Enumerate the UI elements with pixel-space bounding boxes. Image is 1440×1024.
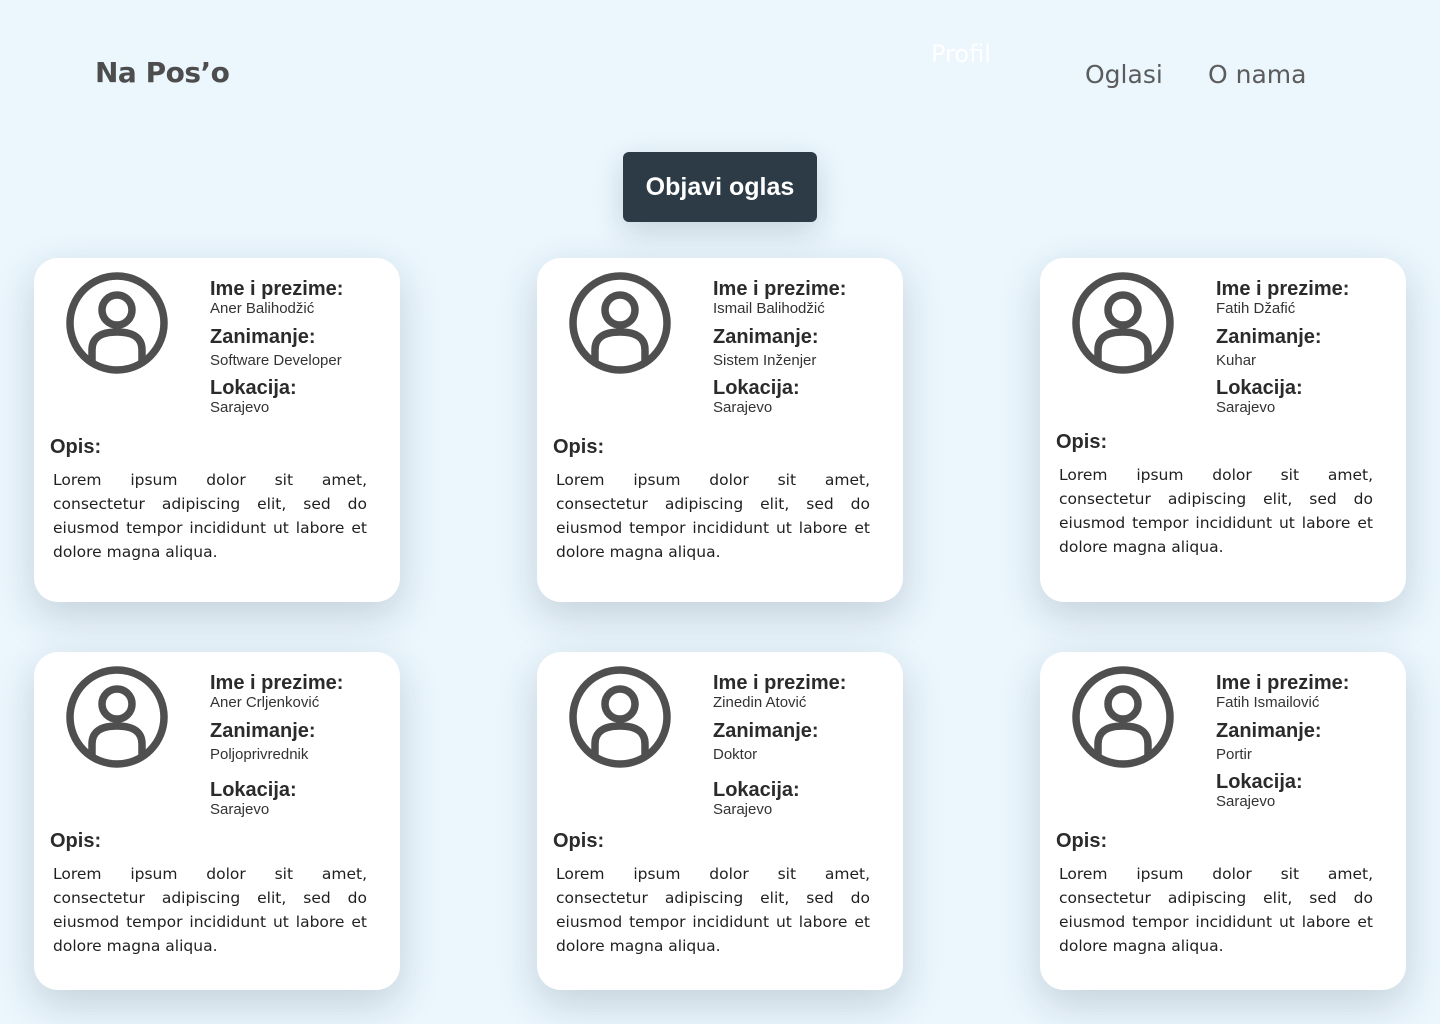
description-label: Opis: bbox=[1056, 431, 1108, 453]
description-label: Opis: bbox=[50, 436, 102, 458]
nav-profil[interactable]: Profil bbox=[931, 40, 991, 68]
brand-logo[interactable]: Na Pos’o bbox=[95, 56, 230, 89]
user-circle-icon bbox=[1072, 272, 1174, 374]
location-label: Lokacija: bbox=[210, 377, 297, 399]
description-label: Opis: bbox=[553, 830, 605, 852]
occupation-value: Software Developer bbox=[210, 352, 342, 369]
profile-card[interactable]: Ime i prezime: Fatih Džafić Zanimanje: K… bbox=[1040, 258, 1406, 602]
profile-card[interactable]: Ime i prezime: Ismail Balihodžić Zaniman… bbox=[537, 258, 903, 602]
name-value: Fatih Džafić bbox=[1216, 300, 1296, 317]
post-ad-button[interactable]: Objavi oglas bbox=[623, 152, 817, 222]
post-ad-button-label: Objavi oglas bbox=[645, 172, 795, 201]
description-text: Lorem ipsum dolor sit amet, consectetur … bbox=[556, 865, 870, 955]
occupation-value: Kuhar bbox=[1216, 352, 1257, 369]
description-label: Opis: bbox=[553, 436, 605, 458]
name-label: Ime i prezime: bbox=[1216, 278, 1350, 300]
nav-oglasi[interactable]: Oglasi bbox=[1085, 60, 1163, 89]
name-label: Ime i prezime: bbox=[713, 278, 847, 300]
location-label: Lokacija: bbox=[210, 779, 297, 801]
description-text: Lorem ipsum dolor sit amet, consectetur … bbox=[556, 471, 870, 561]
profile-card[interactable]: Ime i prezime: Fatih Ismailović Zanimanj… bbox=[1040, 652, 1406, 990]
occupation-value: Portir bbox=[1216, 746, 1252, 763]
name-value: Aner Crljenković bbox=[210, 694, 320, 711]
location-label: Lokacija: bbox=[1216, 377, 1303, 399]
location-value: Sarajevo bbox=[210, 399, 270, 416]
name-label: Ime i prezime: bbox=[713, 672, 847, 694]
location-value: Sarajevo bbox=[210, 801, 270, 818]
description-label: Opis: bbox=[1056, 830, 1108, 852]
occupation-value: Sistem Inženjer bbox=[713, 352, 817, 369]
description-text: Lorem ipsum dolor sit amet, consectetur … bbox=[53, 865, 367, 955]
occupation-label: Zanimanje: bbox=[1216, 326, 1322, 348]
user-circle-icon bbox=[569, 272, 671, 374]
occupation-label: Zanimanje: bbox=[210, 326, 316, 348]
location-label: Lokacija: bbox=[713, 779, 800, 801]
user-circle-icon bbox=[66, 666, 168, 768]
name-label: Ime i prezime: bbox=[1216, 672, 1350, 694]
description-text: Lorem ipsum dolor sit amet, consectetur … bbox=[1059, 466, 1373, 556]
description-text: Lorem ipsum dolor sit amet, consectetur … bbox=[53, 471, 367, 561]
occupation-label: Zanimanje: bbox=[1216, 720, 1322, 742]
name-label: Ime i prezime: bbox=[210, 672, 344, 694]
name-value: Aner Balihodžić bbox=[210, 300, 315, 317]
profile-card[interactable]: Ime i prezime: Zinedin Atović Zanimanje:… bbox=[537, 652, 903, 990]
location-value: Sarajevo bbox=[1216, 793, 1276, 810]
description-text: Lorem ipsum dolor sit amet, consectetur … bbox=[1059, 865, 1373, 955]
occupation-value: Poljoprivrednik bbox=[210, 746, 309, 763]
location-value: Sarajevo bbox=[713, 399, 773, 416]
name-value: Zinedin Atović bbox=[713, 694, 807, 711]
location-label: Lokacija: bbox=[1216, 771, 1303, 793]
location-label: Lokacija: bbox=[713, 377, 800, 399]
profile-card[interactable]: Ime i prezime: Aner Crljenković Zanimanj… bbox=[34, 652, 400, 990]
location-value: Sarajevo bbox=[713, 801, 773, 818]
name-value: Ismail Balihodžić bbox=[713, 300, 825, 317]
occupation-label: Zanimanje: bbox=[713, 326, 819, 348]
user-circle-icon bbox=[1072, 666, 1174, 768]
name-label: Ime i prezime: bbox=[210, 278, 344, 300]
location-value: Sarajevo bbox=[1216, 399, 1276, 416]
user-circle-icon bbox=[66, 272, 168, 374]
occupation-label: Zanimanje: bbox=[210, 720, 316, 742]
name-value: Fatih Ismailović bbox=[1216, 694, 1320, 711]
profile-card[interactable]: Ime i prezime: Aner Balihodžić Zanimanje… bbox=[34, 258, 400, 602]
occupation-value: Doktor bbox=[713, 746, 758, 763]
description-label: Opis: bbox=[50, 830, 102, 852]
nav-o-nama[interactable]: O nama bbox=[1208, 60, 1306, 89]
user-circle-icon bbox=[569, 666, 671, 768]
occupation-label: Zanimanje: bbox=[713, 720, 819, 742]
